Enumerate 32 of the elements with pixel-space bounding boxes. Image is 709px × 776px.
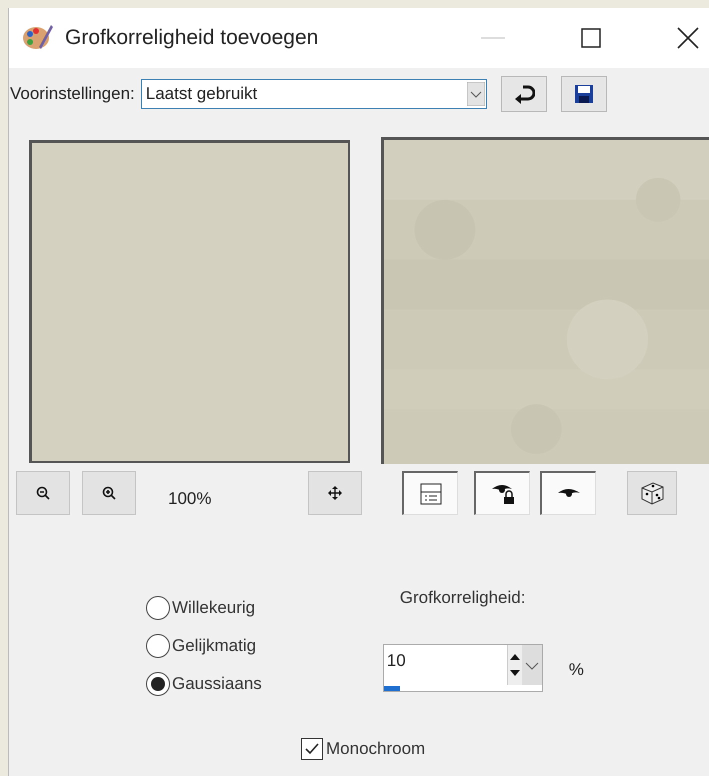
noise-type-radio[interactable]: Gelijkmatig xyxy=(146,634,262,658)
maximize-icon[interactable] xyxy=(581,28,601,48)
amount-spin-field[interactable]: 10 xyxy=(382,644,543,692)
zoom-out-icon xyxy=(36,486,50,500)
list-window-icon xyxy=(420,482,442,504)
amount-label: Grofkorreligheid: xyxy=(400,588,526,608)
window-title: Grofkorreligheid toevoegen xyxy=(65,26,318,50)
proof-lock-button[interactable] xyxy=(474,471,530,515)
randomize-button[interactable] xyxy=(627,471,677,515)
reset-button[interactable] xyxy=(500,76,547,112)
layout-button[interactable] xyxy=(402,471,458,515)
monochrome-checkbox[interactable]: Monochroom xyxy=(301,738,709,760)
chevron-icon xyxy=(466,82,485,106)
close-icon[interactable] xyxy=(677,27,699,49)
presets-label: Voorinstellingen: xyxy=(10,84,135,104)
presets-dropdown[interactable]: Laatst gebruikt xyxy=(140,79,487,109)
unit-label: % xyxy=(568,660,584,680)
proof-button[interactable] xyxy=(540,471,596,515)
checkmark-icon xyxy=(304,742,320,756)
zoom-in-button[interactable] xyxy=(82,471,136,515)
pan-button[interactable] xyxy=(308,471,362,515)
save-button[interactable] xyxy=(560,76,607,112)
eye-lock-icon xyxy=(490,482,516,504)
zoom-in-icon xyxy=(102,486,116,500)
move-icon xyxy=(328,486,342,500)
zoom-out-button[interactable] xyxy=(16,471,70,515)
curved-arrow-icon xyxy=(512,84,535,104)
dice-icon xyxy=(639,480,665,506)
noise-type-radio[interactable]: Willekeurig xyxy=(146,596,262,620)
chevron-icon xyxy=(522,645,542,685)
noise-type-radio[interactable]: Gaussiaans xyxy=(146,672,262,696)
zoom-reading: 100% xyxy=(168,489,212,509)
